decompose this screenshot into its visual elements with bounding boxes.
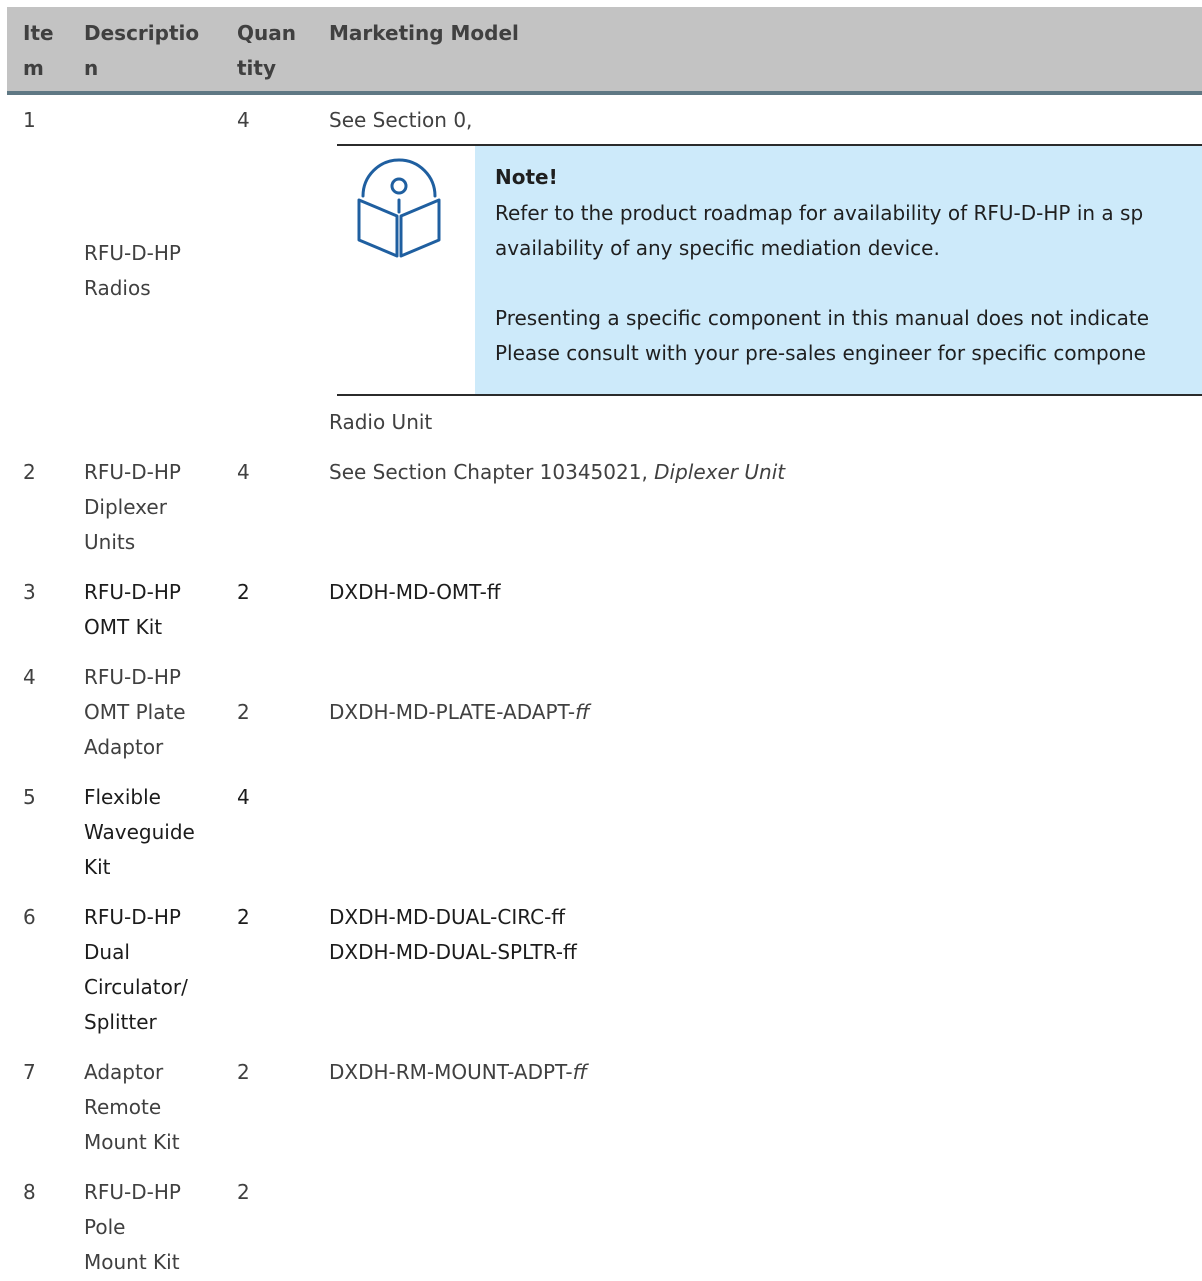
header-marketing-model: Marketing Model [329,21,519,45]
item-number: 4 [23,665,36,689]
item-quantity: 2 [237,905,250,929]
note-content: Note! Refer to the product roadmap for a… [475,146,1202,394]
marketing-model: See Section 0, [329,108,473,132]
item-description: Flexible Waveguide Kit [84,785,195,879]
note-title: Note! [495,165,558,189]
item-description: Adaptor Remote Mount Kit [84,1060,180,1154]
item-description: RFU-D-HP Pole Mount Kit [84,1180,181,1274]
item-quantity: 2 [237,700,250,724]
marketing-model-suffix: Radio Unit [329,410,433,434]
item-number: 7 [23,1060,36,1084]
item-description: RFU-D-HP Radios [84,241,181,300]
note-line: Please consult with your pre-sales engin… [495,341,1146,365]
item-number: 6 [23,905,36,929]
marketing-model: DXDH-RM-MOUNT-ADPT-ff [329,1060,588,1084]
item-quantity: 2 [237,1060,250,1084]
item-quantity: 2 [237,580,250,604]
header-quantity: Quan tity [237,21,296,80]
note-box: Note! Refer to the product roadmap for a… [337,144,1202,396]
item-quantity: 4 [237,785,250,809]
header-description: Descriptio n [84,21,200,80]
book-info-icon [357,158,441,258]
header-item: Ite m [23,21,54,80]
item-quantity: 2 [237,1180,250,1204]
item-number: 1 [23,108,36,132]
item-number: 8 [23,1180,36,1204]
note-line: Presenting a specific component in this … [495,306,1150,330]
item-number: 3 [23,580,36,604]
item-description: RFU-D-HP OMT Plate Adaptor [84,665,186,759]
note-spacer [495,266,1149,301]
item-number: 5 [23,785,36,809]
note-text: Refer to the product roadmap for availab… [495,196,1149,371]
item-quantity: 4 [237,460,250,484]
item-description: RFU-D-HP Dual Circulator/ Splitter [84,905,188,1034]
item-number: 2 [23,460,36,484]
marketing-model: DXDH-MD-PLATE-ADAPT-ff [329,700,590,724]
item-description: RFU-D-HP Diplexer Units [84,460,181,554]
diplexer-unit-link[interactable]: Diplexer Unit [654,460,785,484]
item-description: RFU-D-HP OMT Kit [84,580,181,639]
marketing-model: DXDH-MD-OMT-ff [329,580,501,604]
components-table: Ite m Descriptio n Quan tity Marketing M… [7,7,1202,95]
marketing-model: DXDH-MD-DUAL-CIRC-ff DXDH-MD-DUAL-SPLTR-… [329,905,577,964]
item-quantity: 4 [237,108,250,132]
table-header: Ite m Descriptio n Quan tity Marketing M… [7,7,1202,95]
note-line: Refer to the product roadmap for availab… [495,201,1144,225]
marketing-model: See Section Chapter 10345021, Diplexer U… [329,460,786,484]
note-line: availability of any specific mediation d… [495,236,940,260]
